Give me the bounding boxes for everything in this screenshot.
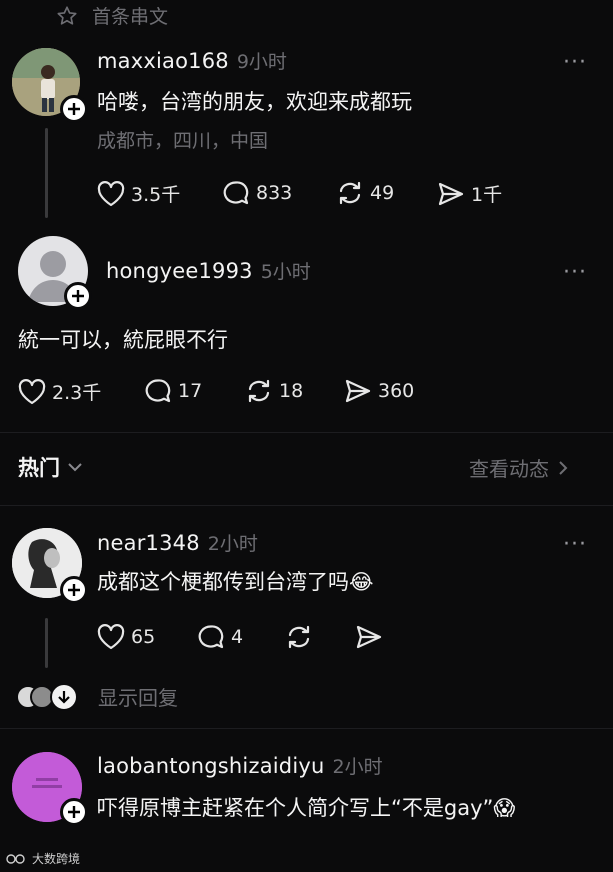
first-thread-label: 首条串文 bbox=[92, 6, 169, 28]
follow-plus-button[interactable] bbox=[64, 282, 92, 310]
view-activity-label: 查看动态 bbox=[469, 457, 549, 481]
send-icon bbox=[438, 182, 464, 205]
chevron-right-icon bbox=[559, 460, 568, 475]
timestamp: 2小时 bbox=[207, 533, 258, 555]
comment-icon bbox=[223, 181, 249, 205]
heart-icon bbox=[18, 378, 46, 404]
more-options-button[interactable]: ··· bbox=[563, 50, 587, 75]
heart-icon bbox=[97, 624, 125, 650]
repost-icon bbox=[248, 379, 270, 403]
follow-plus-button[interactable] bbox=[60, 798, 88, 826]
repost-button[interactable]: 18 bbox=[245, 378, 303, 404]
top-strip: 首条串文 bbox=[56, 2, 168, 29]
username[interactable]: maxxiao168 bbox=[97, 49, 229, 73]
more-options-button[interactable]: ··· bbox=[563, 532, 587, 557]
send-icon bbox=[345, 379, 371, 403]
comment-icon bbox=[145, 379, 171, 403]
show-replies-button[interactable]: 显示回复 bbox=[16, 682, 178, 711]
thread-line bbox=[45, 128, 48, 218]
chevron-down-icon bbox=[68, 463, 82, 472]
divider bbox=[0, 505, 613, 506]
like-button[interactable]: 65 bbox=[97, 624, 155, 650]
arrow-down-icon bbox=[50, 682, 78, 711]
comment-count: 833 bbox=[256, 182, 293, 204]
scream-emoji: 😱 bbox=[493, 796, 516, 820]
like-count: 3.5千 bbox=[131, 184, 181, 206]
share-button[interactable] bbox=[355, 624, 389, 650]
watermark-logo-icon bbox=[6, 853, 25, 864]
username[interactable]: near1348 bbox=[97, 531, 200, 555]
send-icon bbox=[356, 625, 382, 649]
thread-line bbox=[45, 618, 48, 668]
repost-button[interactable] bbox=[285, 624, 319, 650]
repost-icon bbox=[339, 181, 361, 205]
repost-button[interactable]: 49 bbox=[336, 180, 394, 206]
like-count: 2.3千 bbox=[52, 382, 102, 404]
share-button[interactable]: 1千 bbox=[437, 180, 502, 207]
repost-count: 49 bbox=[370, 182, 395, 204]
divider bbox=[0, 728, 613, 729]
reply-text: 吓得原博主赶紧在个人简介写上“不是gay” bbox=[97, 796, 494, 820]
comment-count: 17 bbox=[178, 380, 203, 402]
comment-icon bbox=[198, 625, 224, 649]
star-icon[interactable] bbox=[56, 5, 78, 27]
comment-button[interactable]: 833 bbox=[222, 180, 292, 206]
share-button[interactable]: 360 bbox=[344, 378, 414, 404]
timestamp: 2小时 bbox=[332, 756, 383, 778]
post-text: 哈喽，台湾的朋友，欢迎来成都玩 bbox=[97, 90, 412, 114]
follow-plus-button[interactable] bbox=[60, 576, 88, 604]
reply-text-row: 成都这个梗都传到台湾了吗😂 bbox=[97, 566, 374, 596]
like-count: 65 bbox=[131, 626, 156, 648]
repost-icon bbox=[288, 625, 310, 649]
share-count: 1千 bbox=[471, 184, 503, 206]
timestamp: 9小时 bbox=[236, 51, 287, 73]
plus-icon bbox=[68, 103, 80, 115]
plus-icon bbox=[68, 806, 80, 818]
timestamp: 5小时 bbox=[260, 261, 311, 283]
watermark-text: 大数跨境 bbox=[32, 852, 81, 866]
plus-icon bbox=[68, 584, 80, 596]
share-count: 360 bbox=[378, 380, 415, 402]
like-button[interactable]: 3.5千 bbox=[97, 180, 180, 207]
reply-text-row: 吓得原博主赶紧在个人简介写上“不是gay”😱 bbox=[97, 790, 597, 826]
laughing-emoji: 😂 bbox=[349, 570, 374, 594]
reply-avatars bbox=[16, 682, 82, 711]
comment-button[interactable]: 17 bbox=[144, 378, 202, 404]
show-replies-label: 显示回复 bbox=[98, 686, 178, 710]
username[interactable]: hongyee1993 bbox=[106, 259, 253, 283]
comment-count: 4 bbox=[231, 626, 244, 648]
sort-label: 热门 bbox=[18, 456, 60, 480]
username[interactable]: laobantongshizaidiyu bbox=[97, 754, 325, 778]
location: 成都市，四川，中国 bbox=[97, 130, 269, 152]
plus-icon bbox=[72, 290, 84, 302]
post-text: 統一可以，統屁眼不行 bbox=[18, 328, 228, 352]
view-activity-link[interactable]: 查看动态 bbox=[469, 453, 571, 482]
repost-count: 18 bbox=[279, 380, 304, 402]
comment-button[interactable]: 4 bbox=[197, 624, 243, 650]
like-button[interactable]: 2.3千 bbox=[18, 378, 101, 405]
more-options-button[interactable]: ··· bbox=[563, 260, 587, 285]
follow-plus-button[interactable] bbox=[60, 95, 88, 123]
watermark: 大数跨境 bbox=[6, 850, 80, 867]
sort-dropdown[interactable]: 热门 bbox=[18, 452, 84, 482]
divider bbox=[0, 432, 613, 433]
reply-text: 成都这个梗都传到台湾了吗 bbox=[97, 570, 349, 594]
heart-icon bbox=[97, 180, 125, 206]
